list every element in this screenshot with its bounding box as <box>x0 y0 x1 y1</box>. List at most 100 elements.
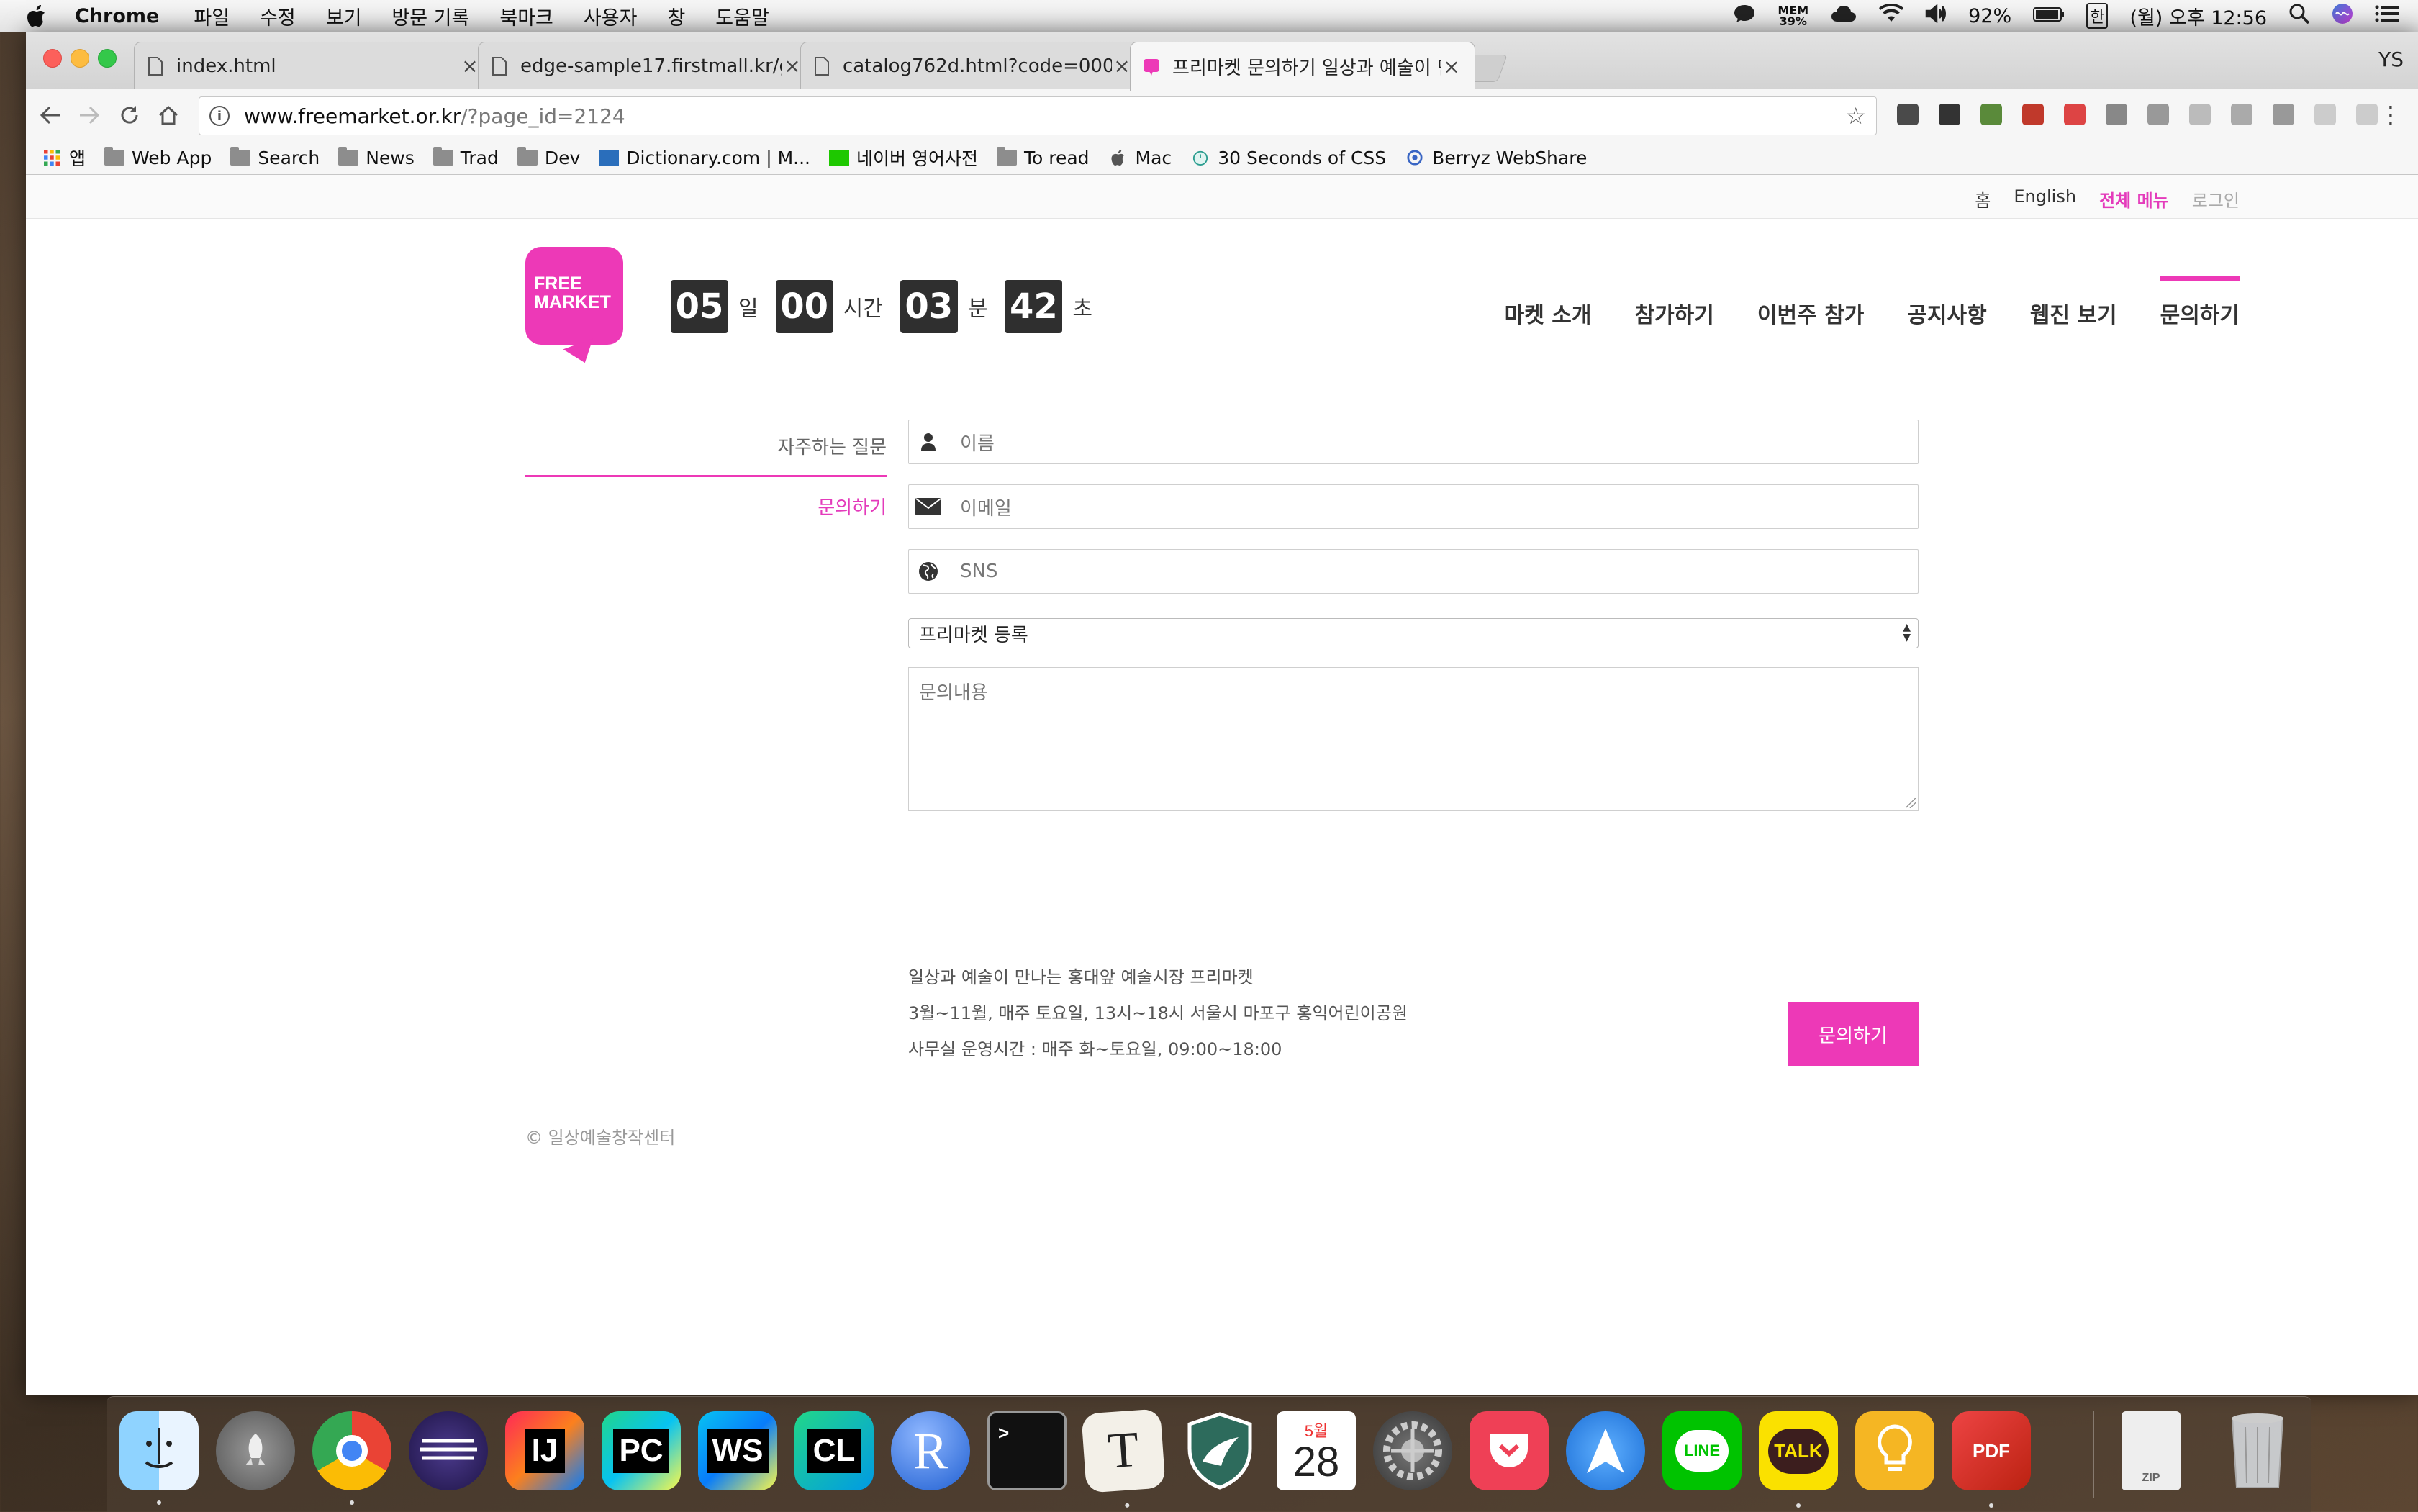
extension-icon[interactable] <box>2273 104 2294 125</box>
r-language-icon[interactable]: R <box>891 1411 970 1490</box>
tab-close-icon[interactable]: × <box>782 54 802 78</box>
wifi-icon[interactable] <box>1879 3 1904 28</box>
bookmark-folder-trad[interactable]: Trad <box>433 147 499 168</box>
window-minimize-button[interactable] <box>71 49 89 68</box>
tab-close-icon[interactable]: × <box>1441 55 1462 78</box>
ublock-extension-icon[interactable] <box>2022 104 2044 125</box>
home-icon[interactable] <box>155 102 181 128</box>
nav-this-week[interactable]: 이번주 참가 <box>1757 297 1864 329</box>
bookmark-dictionary[interactable]: Dictionary.com | M... <box>599 148 810 168</box>
category-select[interactable]: 프리마켓 등록 ▲ ▼ <box>908 618 1919 648</box>
bookmark-folder-dev[interactable]: Dev <box>517 147 580 168</box>
menu-file[interactable]: 파일 <box>194 2 230 30</box>
bookmark-folder-to-read[interactable]: To read <box>996 147 1090 168</box>
nav-inquiry[interactable]: 문의하기 <box>2160 276 2240 329</box>
spotlight-search-icon[interactable] <box>2288 3 2310 30</box>
spark-mail-icon[interactable] <box>1566 1411 1645 1490</box>
pycharm-icon[interactable]: PC <box>602 1411 681 1490</box>
menu-window[interactable]: 창 <box>667 2 685 30</box>
dictionary-extension-icon[interactable] <box>1939 104 1960 125</box>
sidenav-inquiry[interactable]: 문의하기 <box>525 477 887 520</box>
battery-icon[interactable] <box>2033 5 2065 27</box>
menu-people[interactable]: 사용자 <box>584 2 638 30</box>
nav-market-intro[interactable]: 마켓 소개 <box>1505 297 1592 329</box>
submit-inquiry-button[interactable]: 문의하기 <box>1788 1002 1919 1066</box>
window-zoom-button[interactable] <box>98 49 117 68</box>
app-menu-chrome[interactable]: Chrome <box>75 5 159 27</box>
apple-icon[interactable] <box>26 4 47 27</box>
bookmark-30-seconds-css[interactable]: 30 Seconds of CSS <box>1190 148 1386 168</box>
content-textarea[interactable]: 문의내용 <box>908 667 1919 811</box>
forward-arrow-icon[interactable] <box>76 102 102 128</box>
zip-file-icon[interactable]: ZIP <box>2122 1411 2181 1490</box>
pocket-icon[interactable] <box>1470 1411 1549 1490</box>
extension-icon[interactable] <box>1980 104 2002 125</box>
english-link[interactable]: English <box>2014 186 2076 212</box>
extension-icon[interactable] <box>2356 104 2378 125</box>
browser-tab[interactable]: edge-sample17.firstmall.kr/goods × <box>478 42 816 89</box>
siri-icon[interactable] <box>2332 3 2353 30</box>
kakaotalk-icon[interactable]: TALK <box>1759 1411 1838 1508</box>
bookmark-mac[interactable]: Mac <box>1108 148 1172 168</box>
extension-icon[interactable] <box>2314 104 2336 125</box>
menu-history[interactable]: 방문 기록 <box>391 2 469 30</box>
browser-tab[interactable]: catalog762d.html?code=0001 × <box>800 42 1146 89</box>
terminal-icon[interactable]: >_ <box>987 1411 1067 1490</box>
menu-view[interactable]: 보기 <box>326 2 362 30</box>
typora-icon[interactable]: T <box>1081 1408 1166 1508</box>
battery-percentage[interactable]: 92% <box>1968 5 2011 27</box>
reload-icon[interactable] <box>117 102 142 128</box>
webstorm-icon[interactable]: WS <box>698 1411 777 1490</box>
nav-notices[interactable]: 공지사항 <box>1907 297 1986 329</box>
intellij-idea-icon[interactable]: IJ <box>505 1411 584 1490</box>
pdf-expert-icon[interactable]: PDF <box>1952 1411 2031 1508</box>
bookmark-berryz-webshare[interactable]: Berryz WebShare <box>1405 148 1587 168</box>
launchpad-icon[interactable] <box>216 1411 295 1490</box>
pocket-extension-icon[interactable] <box>1897 104 1919 125</box>
system-preferences-icon[interactable] <box>1373 1411 1452 1490</box>
bookmark-folder-search[interactable]: Search <box>230 147 320 168</box>
profile-button[interactable]: YS <box>2378 47 2404 71</box>
extension-badge-icon[interactable] <box>2064 104 2086 125</box>
input-source-indicator[interactable]: 한 <box>2086 3 2109 29</box>
bookmark-folder-web-app[interactable]: Web App <box>104 147 212 168</box>
home-link[interactable]: 홈 <box>1975 186 1991 212</box>
tab-close-icon[interactable]: × <box>460 54 480 78</box>
extension-icon[interactable] <box>2189 104 2211 125</box>
nav-participate[interactable]: 참가하기 <box>1634 297 1713 329</box>
bookmark-folder-news[interactable]: News <box>338 147 415 168</box>
lightbulb-notes-icon[interactable] <box>1855 1411 1934 1490</box>
calendar-icon[interactable]: 5월 28 <box>1277 1411 1356 1490</box>
extension-icon[interactable] <box>2106 104 2127 125</box>
cloud-icon[interactable] <box>1830 4 1857 28</box>
extension-icon[interactable] <box>2147 104 2169 125</box>
volume-icon[interactable] <box>1925 3 1947 28</box>
back-arrow-icon[interactable] <box>37 102 63 128</box>
surfshark-shield-icon[interactable] <box>1180 1411 1259 1490</box>
messages-icon[interactable] <box>1733 4 1756 29</box>
menu-edit[interactable]: 수정 <box>260 2 296 30</box>
name-field[interactable]: 이름 <box>908 420 1919 464</box>
finder-icon[interactable] <box>119 1411 199 1505</box>
chrome-menu-icon[interactable]: ⋮ <box>2379 102 2402 127</box>
chrome-icon[interactable] <box>312 1411 391 1505</box>
trash-icon[interactable] <box>2218 1411 2297 1490</box>
browser-tab-active[interactable]: 프리마켓 문의하기 일상과 예술이 만나 × <box>1130 42 1475 91</box>
login-link[interactable]: 로그인 <box>2192 186 2240 212</box>
browser-tab[interactable]: index.html × <box>134 42 494 89</box>
window-close-button[interactable] <box>43 49 62 68</box>
site-info-icon[interactable]: i <box>209 106 230 126</box>
eclipse-icon[interactable] <box>409 1411 488 1490</box>
bookmark-naver-dictionary[interactable]: 네이버 영어사전 <box>829 145 978 171</box>
menubar-clock[interactable]: (월) 오후 12:56 <box>2129 2 2267 30</box>
bookmark-star-icon[interactable]: ☆ <box>1845 102 1866 130</box>
clion-icon[interactable]: CL <box>794 1411 874 1490</box>
notification-center-icon[interactable] <box>2375 4 2399 28</box>
tab-close-icon[interactable]: × <box>1112 54 1132 78</box>
line-messenger-icon[interactable]: LINE <box>1662 1411 1742 1490</box>
sns-field[interactable]: SNS <box>908 549 1919 594</box>
email-field[interactable]: 이메일 <box>908 484 1919 529</box>
memory-indicator[interactable]: MEM 39% <box>1778 5 1808 27</box>
menu-help[interactable]: 도움말 <box>715 2 769 30</box>
all-menu-link[interactable]: 전체 메뉴 <box>2099 186 2169 212</box>
